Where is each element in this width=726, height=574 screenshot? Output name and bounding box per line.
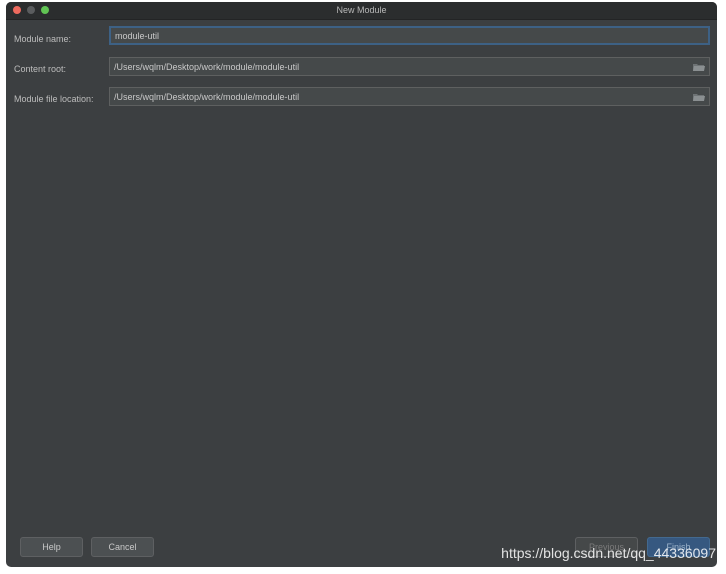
module-file-location-label: Module file location: [14, 94, 94, 104]
module-name-value: module-util [115, 31, 160, 41]
folder-icon[interactable] [693, 63, 705, 71]
folder-icon[interactable] [693, 93, 705, 101]
content-root-input[interactable]: /Users/wqlm/Desktop/work/module/module-u… [109, 57, 710, 76]
help-button[interactable]: Help [20, 537, 83, 557]
content-root-label: Content root: [14, 64, 67, 74]
content-root-value: /Users/wqlm/Desktop/work/module/module-u… [114, 62, 300, 72]
module-name-input[interactable]: module-util [109, 26, 710, 45]
cancel-button[interactable]: Cancel [91, 537, 154, 557]
module-name-label: Module name: [14, 34, 72, 44]
module-file-location-value: /Users/wqlm/Desktop/work/module/module-u… [114, 92, 300, 102]
window-title: New Module [336, 5, 387, 15]
new-module-dialog: New Module Module name: module-util Cont… [6, 2, 717, 567]
module-file-location-input[interactable]: /Users/wqlm/Desktop/work/module/module-u… [109, 87, 710, 106]
watermark-text: https://blog.csdn.net/qq_44336097 [501, 545, 716, 561]
title-bar: New Module [6, 2, 717, 20]
